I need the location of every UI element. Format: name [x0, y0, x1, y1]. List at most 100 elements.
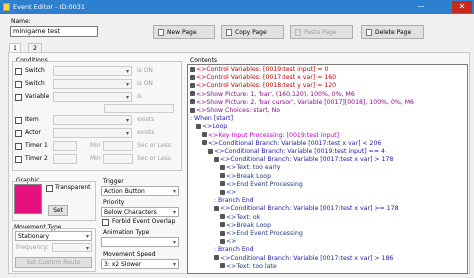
command-icon: [220, 214, 225, 220]
command-text: : Branch End: [214, 197, 254, 205]
actor-label: Actor: [25, 129, 41, 136]
command-text: <>Control Variables: [0019:test input] =…: [196, 66, 329, 73]
new-page-button[interactable]: New Page: [153, 25, 215, 39]
command-text: <>Break Loop: [226, 172, 272, 180]
command-icon: [190, 82, 195, 88]
switch2-label: Switch: [25, 80, 45, 87]
minimize-button[interactable]: —: [414, 2, 428, 12]
title-bar: Event Editor - ID:0031 — ✕: [0, 0, 474, 14]
delete-page-icon: [366, 28, 372, 36]
command-text: <>Conditional Branch: Variable [0017:tes…: [220, 205, 399, 213]
command-text: <>Control Variables: [0018:test y var] =…: [196, 82, 337, 90]
name-field[interactable]: minigame test: [10, 26, 98, 37]
priority-select[interactable]: Below Characters: [101, 207, 179, 217]
command-icon: [190, 66, 195, 72]
timer2-label: Timer 2: [25, 155, 48, 162]
priority-title: Priority: [103, 199, 125, 206]
set-graphic-button[interactable]: Set: [48, 205, 68, 216]
timer1-sec-field[interactable]: [103, 141, 133, 151]
command-icon: [190, 74, 195, 80]
actor-checkbox[interactable]: [15, 130, 22, 137]
custom-route-button[interactable]: Set Custom Route: [15, 257, 92, 268]
close-button[interactable]: ✕: [452, 1, 472, 13]
paste-page-icon: [295, 28, 301, 36]
command-text: <>End Event Processing: [226, 230, 303, 237]
actor-select[interactable]: [53, 128, 132, 138]
actor-suffix: exists: [137, 129, 155, 136]
timer1-suffix: Sec or Less: [137, 142, 171, 149]
command-text: <>Loop: [202, 123, 228, 131]
command-icon: [220, 230, 225, 236]
command-text: <>Show Picture: 1, 'bar', (160,120), 100…: [196, 90, 355, 98]
graphic-preview[interactable]: [14, 184, 42, 214]
variable-value-field[interactable]: [104, 104, 174, 113]
command-text: <>Text: too early: [226, 164, 281, 172]
timer2-min-label: Min: [90, 155, 101, 162]
command-text: : Branch End: [214, 246, 254, 254]
command-icon: [220, 181, 225, 187]
command-text: <>End Event Processing: [226, 180, 303, 188]
command-icon: [208, 148, 213, 154]
timer2-min-field[interactable]: [53, 154, 77, 164]
switch1-select[interactable]: [53, 66, 132, 76]
movement-speed-title: Movement Speed: [103, 251, 156, 258]
delete-page-button[interactable]: Delete Page: [361, 25, 424, 39]
switch2-select[interactable]: [53, 79, 132, 89]
switch1-checkbox[interactable]: [15, 68, 22, 75]
frequency-label: Frequency:: [16, 244, 49, 251]
trigger-title: Trigger: [103, 178, 124, 185]
switch2-checkbox[interactable]: [15, 81, 22, 88]
item-select[interactable]: [53, 115, 132, 125]
command-icon: [214, 205, 219, 211]
command-text: <>Conditional Branch: Variable [0017:tes…: [220, 156, 394, 164]
command-line[interactable]: <>Text: too late: [220, 263, 277, 273]
command-icon: [190, 99, 195, 105]
command-icon: [190, 107, 195, 113]
command-text: <>Show Picture: 2, 'bar cursor', Variabl…: [196, 98, 414, 106]
item-suffix: exists: [137, 116, 155, 123]
transparent-label: Transparent: [55, 184, 91, 191]
timer2-checkbox[interactable]: [15, 156, 22, 163]
variable-select[interactable]: [53, 92, 132, 102]
command-icon: [220, 173, 225, 179]
frequency-select[interactable]: [52, 243, 92, 252]
animation-type-select[interactable]: [101, 237, 179, 247]
command-icon: [220, 164, 225, 170]
movement-speed-select[interactable]: 3: x2 Slower: [101, 259, 179, 269]
command-icon: [214, 156, 219, 162]
movement-type-select[interactable]: Stationary: [15, 231, 92, 241]
forbid-overlap-checkbox[interactable]: [102, 219, 109, 226]
timer1-min-field[interactable]: [53, 141, 77, 151]
timer2-sec-field[interactable]: [103, 154, 133, 164]
variable-suffix: is: [137, 93, 142, 100]
switch1-suffix: is ON: [137, 67, 153, 74]
new-page-icon: [158, 28, 164, 36]
command-text: <>Conditional Branch: Variable [0019:tes…: [214, 148, 385, 155]
command-text: <>Conditional Branch: Variable [0017:tes…: [208, 139, 382, 147]
copy-page-button[interactable]: Copy Page: [221, 25, 284, 39]
switch2-suffix: is ON: [137, 80, 153, 87]
animation-type-title: Animation Type: [103, 229, 150, 236]
item-checkbox[interactable]: [15, 117, 22, 124]
app-icon: [3, 3, 10, 11]
command-text: <>Text: ok: [226, 213, 261, 221]
command-icon: [220, 222, 225, 228]
timer1-min-label: Min: [90, 142, 101, 149]
name-label: Name:: [11, 18, 31, 25]
command-lines: <>Control Variables: [0019:test input] =…: [190, 66, 466, 273]
command-text: <>Break Loop: [226, 221, 272, 229]
paste-page-button[interactable]: Paste Page: [290, 25, 353, 39]
timer1-checkbox[interactable]: [15, 143, 22, 150]
transparent-checkbox[interactable]: [46, 185, 53, 192]
contents-list[interactable]: <>Control Variables: [0019:test input] =…: [187, 64, 468, 274]
variable-checkbox[interactable]: [15, 94, 22, 101]
command-icon: [214, 255, 219, 261]
timer2-suffix: Sec or Less: [137, 155, 171, 162]
command-icon: [220, 189, 225, 195]
command-icon: [220, 238, 225, 244]
command-icon: [196, 123, 201, 129]
forbid-overlap-label: Forbid Event Overlap: [112, 218, 176, 225]
command-text: <>: [226, 189, 237, 196]
trigger-select[interactable]: Action Button: [101, 186, 179, 196]
command-icon: [202, 132, 207, 138]
